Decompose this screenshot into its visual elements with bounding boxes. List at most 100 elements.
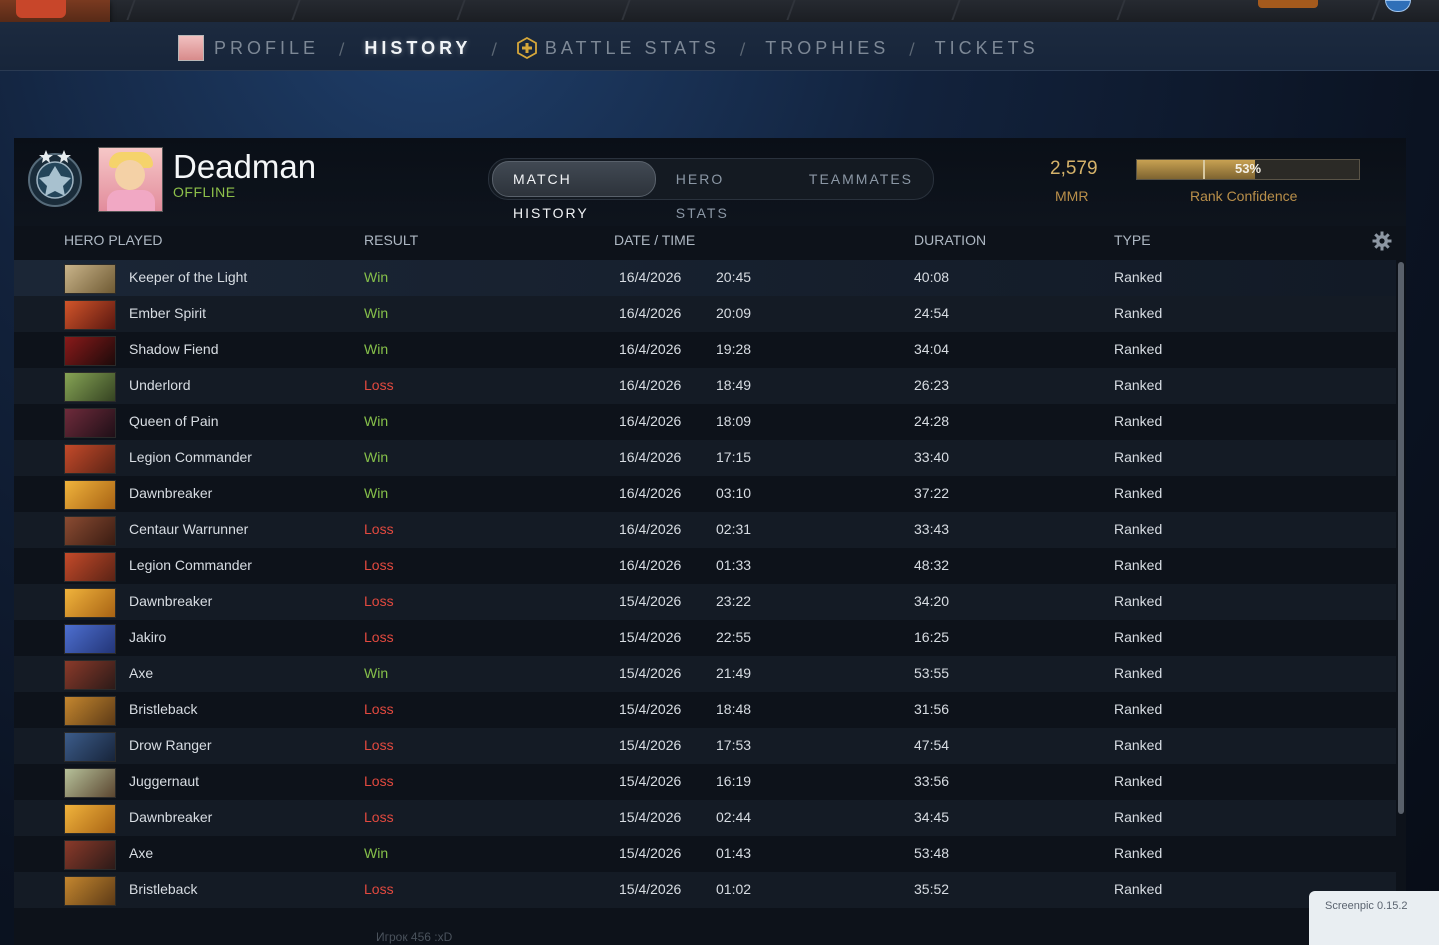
top-bar-divider <box>456 0 466 20</box>
match-duration: 53:48 <box>914 845 950 861</box>
match-time: 03:10 <box>716 485 752 501</box>
table-row[interactable]: Bristleback Loss 15/4/2026 01:02 35:52 Ranked <box>14 872 1396 908</box>
player-header: Deadman OFFLINE MATCH HISTORY HERO STATS… <box>14 138 1406 226</box>
col-header-type[interactable]: TYPE <box>1114 232 1151 248</box>
table-row[interactable]: Axe Win 15/4/2026 21:49 53:55 Ranked <box>14 656 1396 692</box>
rank-confidence-label: Rank Confidence <box>1190 188 1298 204</box>
match-type: Ranked <box>1114 845 1163 861</box>
match-duration: 33:56 <box>914 773 950 789</box>
nav-separator: / <box>491 38 497 58</box>
rank-confidence-value: 53% <box>1234 161 1262 176</box>
table-row[interactable]: Legion Commander Win 16/4/2026 17:15 33:40 Ra… <box>14 440 1396 476</box>
match-time: 02:31 <box>716 521 752 537</box>
hero-name: Jakiro <box>129 629 167 645</box>
col-header-result[interactable]: RESULT <box>364 232 418 248</box>
table-row[interactable]: Dawnbreaker Win 16/4/2026 03:10 37:22 Ranked <box>14 476 1396 512</box>
hero-name: Dawnbreaker <box>129 593 213 609</box>
hero-portrait-icon <box>64 480 116 510</box>
table-row[interactable]: Drow Ranger Loss 15/4/2026 17:53 47:54 Ranked <box>14 728 1396 764</box>
match-time: 18:48 <box>716 701 752 717</box>
nav-separator: / <box>339 38 345 58</box>
table-row[interactable]: Ember Spirit Win 16/4/2026 20:09 24:54 Ranked <box>14 296 1396 332</box>
nav-battle-stats[interactable]: BATTLE STATS <box>516 37 720 59</box>
table-row[interactable]: Juggernaut Loss 15/4/2026 16:19 33:56 Ranked <box>14 764 1396 800</box>
nav-label: HISTORY <box>364 37 472 58</box>
match-type: Ranked <box>1114 449 1163 465</box>
match-date: 15/4/2026 <box>619 701 682 717</box>
match-list: Keeper of the Light Win 16/4/2026 20:45 40:0… <box>14 260 1396 908</box>
hero-portrait-icon <box>64 300 116 330</box>
table-row[interactable]: Queen of Pain Win 16/4/2026 18:09 24:28 Ranke… <box>14 404 1396 440</box>
nav-label: BATTLE STATS <box>544 37 720 58</box>
hero-name: Bristleback <box>129 701 198 717</box>
col-header-datetime[interactable]: DATE / TIME <box>614 232 695 248</box>
table-row[interactable]: Underlord Loss 16/4/2026 18:49 26:23 Ranked <box>14 368 1396 404</box>
match-type: Ranked <box>1114 629 1163 645</box>
nav-trophies[interactable]: TROPHIES <box>765 38 889 59</box>
table-row[interactable]: Shadow Fiend Win 16/4/2026 19:28 34:04 Ranked <box>14 332 1396 368</box>
col-header-duration[interactable]: DURATION <box>914 232 986 248</box>
match-time: 23:22 <box>716 593 752 609</box>
nav-profile[interactable]: PROFILE <box>178 35 319 61</box>
hero-portrait-icon <box>64 408 116 438</box>
tab-teammates[interactable]: TEAMMATES <box>789 162 933 196</box>
hero-name: Legion Commander <box>129 449 252 465</box>
hero-portrait-icon <box>64 804 116 834</box>
nav-label: TICKETS <box>934 37 1039 58</box>
hero-name: Queen of Pain <box>129 413 219 429</box>
table-row[interactable]: Jakiro Loss 15/4/2026 22:55 16:25 Ranked <box>14 620 1396 656</box>
gear-icon[interactable] <box>1372 231 1392 251</box>
hero-name: Axe <box>129 665 154 681</box>
hero-name: Legion Commander <box>129 557 252 573</box>
match-date: 16/4/2026 <box>619 449 682 465</box>
match-duration: 53:55 <box>914 665 950 681</box>
match-time: 01:33 <box>716 557 752 573</box>
col-header-hero[interactable]: HERO PLAYED <box>64 232 163 248</box>
hero-portrait-icon <box>64 588 116 618</box>
hero-name: Ember Spirit <box>129 305 207 321</box>
match-date: 16/4/2026 <box>619 557 682 573</box>
match-duration: 24:28 <box>914 413 950 429</box>
match-type: Ranked <box>1114 557 1163 573</box>
shards-icon[interactable] <box>1258 0 1318 8</box>
table-row[interactable]: Dawnbreaker Loss 15/4/2026 02:44 34:45 Ranked <box>14 800 1396 836</box>
match-result: Loss <box>364 629 394 645</box>
match-duration: 34:45 <box>914 809 950 825</box>
match-type: Ranked <box>1114 341 1163 357</box>
match-type: Ranked <box>1114 593 1163 609</box>
match-result: Loss <box>364 737 394 753</box>
footer-ghost-text: Игрок 456 :xD <box>376 930 453 944</box>
nav-tickets[interactable]: TICKETS <box>935 38 1039 59</box>
match-duration: 33:43 <box>914 521 950 537</box>
match-duration: 37:22 <box>914 485 950 501</box>
player-avatar[interactable] <box>98 147 163 212</box>
hero-portrait-icon <box>64 516 116 546</box>
nav-history[interactable]: HISTORY <box>364 38 471 59</box>
top-bar-divider <box>621 0 631 20</box>
match-time: 20:45 <box>716 269 752 285</box>
avatar-body <box>107 190 155 211</box>
match-duration: 47:54 <box>914 737 950 753</box>
tab-hero-stats[interactable]: HERO STATS <box>656 162 789 221</box>
hero-name: Keeper of the Light <box>129 269 248 285</box>
table-row[interactable]: Legion Commander Loss 16/4/2026 01:33 48:32 R… <box>14 548 1396 584</box>
match-list-scrollbar[interactable] <box>1398 262 1404 814</box>
table-row[interactable]: Bristleback Loss 15/4/2026 18:48 31:56 Ranked <box>14 692 1396 728</box>
match-type: Ranked <box>1114 305 1163 321</box>
table-row[interactable]: Axe Win 15/4/2026 01:43 53:48 Ranked <box>14 836 1396 872</box>
match-type: Ranked <box>1114 773 1163 789</box>
plus-hex-icon <box>516 37 537 59</box>
top-bar-divider <box>951 0 961 20</box>
tab-match-history[interactable]: MATCH HISTORY <box>492 161 656 221</box>
table-row[interactable]: Keeper of the Light Win 16/4/2026 20:45 40:0… <box>14 260 1396 296</box>
match-date: 16/4/2026 <box>619 485 682 501</box>
match-duration: 24:54 <box>914 305 950 321</box>
match-date: 15/4/2026 <box>619 881 682 897</box>
table-row[interactable]: Dawnbreaker Loss 15/4/2026 23:22 34:20 Ranked <box>14 584 1396 620</box>
avatar-icon <box>178 35 204 61</box>
match-type: Ranked <box>1114 701 1163 717</box>
hero-name: Bristleback <box>129 881 198 897</box>
table-row[interactable]: Centaur Warrunner Loss 16/4/2026 02:31 33:43… <box>14 512 1396 548</box>
hero-name: Dawnbreaker <box>129 809 213 825</box>
hero-portrait-icon <box>64 660 116 690</box>
